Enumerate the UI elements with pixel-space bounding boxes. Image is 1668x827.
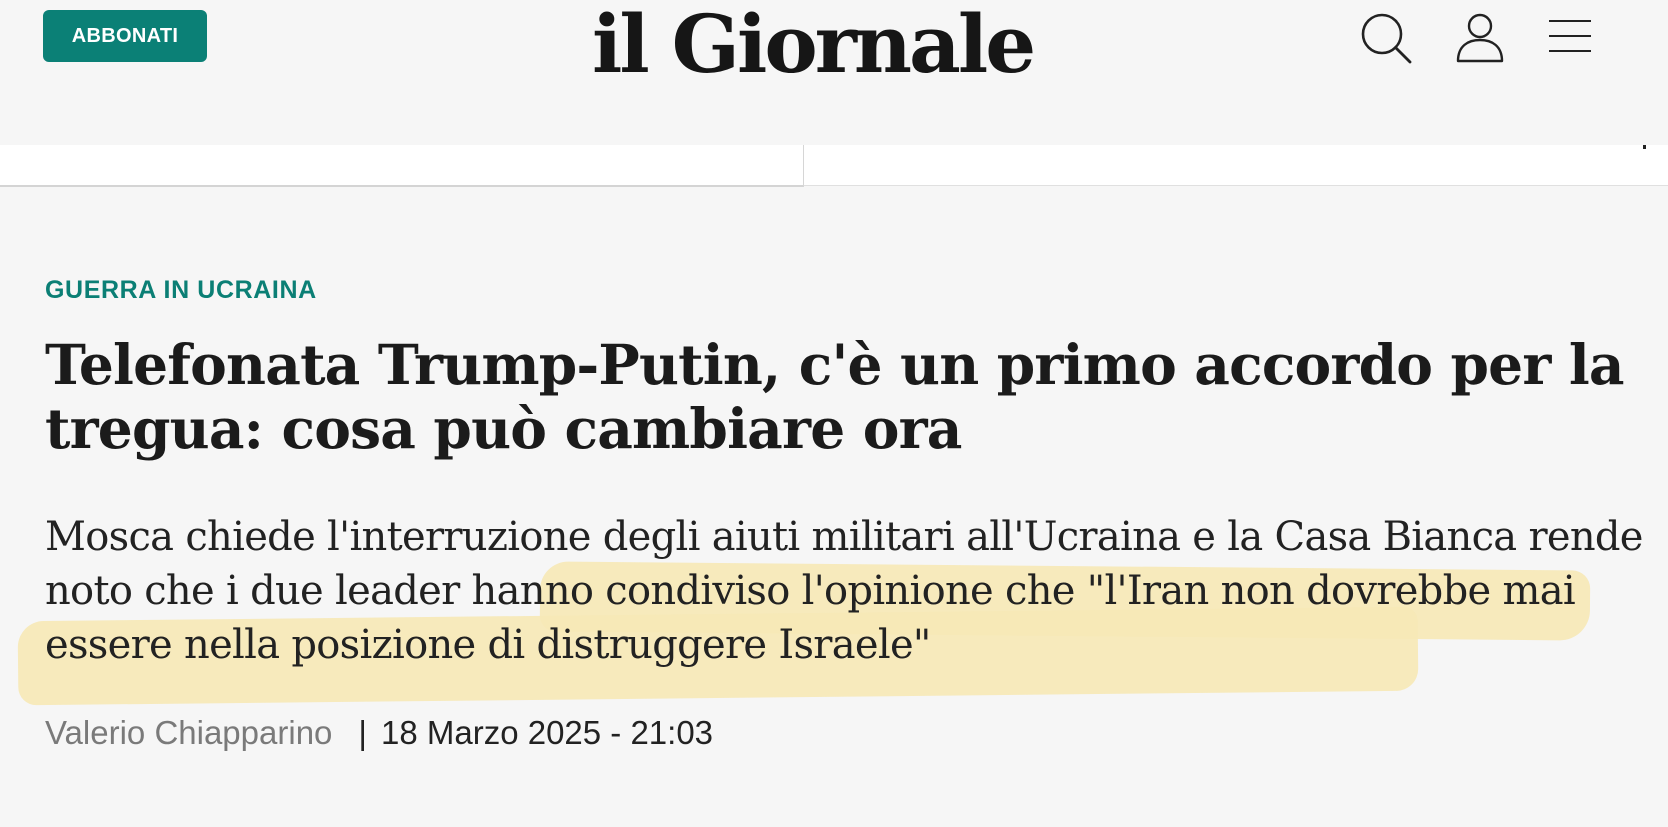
article-byline: Valerio Chiapparino | 18 Marzo 2025 - 21:0… [45,714,713,752]
nav-bar [0,145,1668,187]
nav-panel-right [804,145,1668,186]
article-category[interactable]: GUERRA IN UCRAINA [45,276,317,305]
site-header: ABBONATI il Giornale [0,0,1668,145]
subscribe-button[interactable]: ABBONATI [43,10,207,62]
publish-date: 18 Marzo 2025 - 21:03 [380,714,714,751]
search-icon[interactable] [1358,10,1414,66]
nav-panel-left [0,145,804,187]
user-icon[interactable] [1452,10,1508,66]
article-headline: Telefonata Trump-Putin, c'è un primo acc… [45,332,1625,461]
byline-separator: | [358,714,367,751]
site-logo[interactable]: il Giornale [592,0,1076,90]
author-link[interactable]: Valerio Chiapparino [45,714,332,751]
menu-icon[interactable] [1546,10,1602,66]
nav-marker [1643,145,1646,149]
article-subtitle: Mosca chiede l'interruzione degli aiuti … [45,514,1643,668]
